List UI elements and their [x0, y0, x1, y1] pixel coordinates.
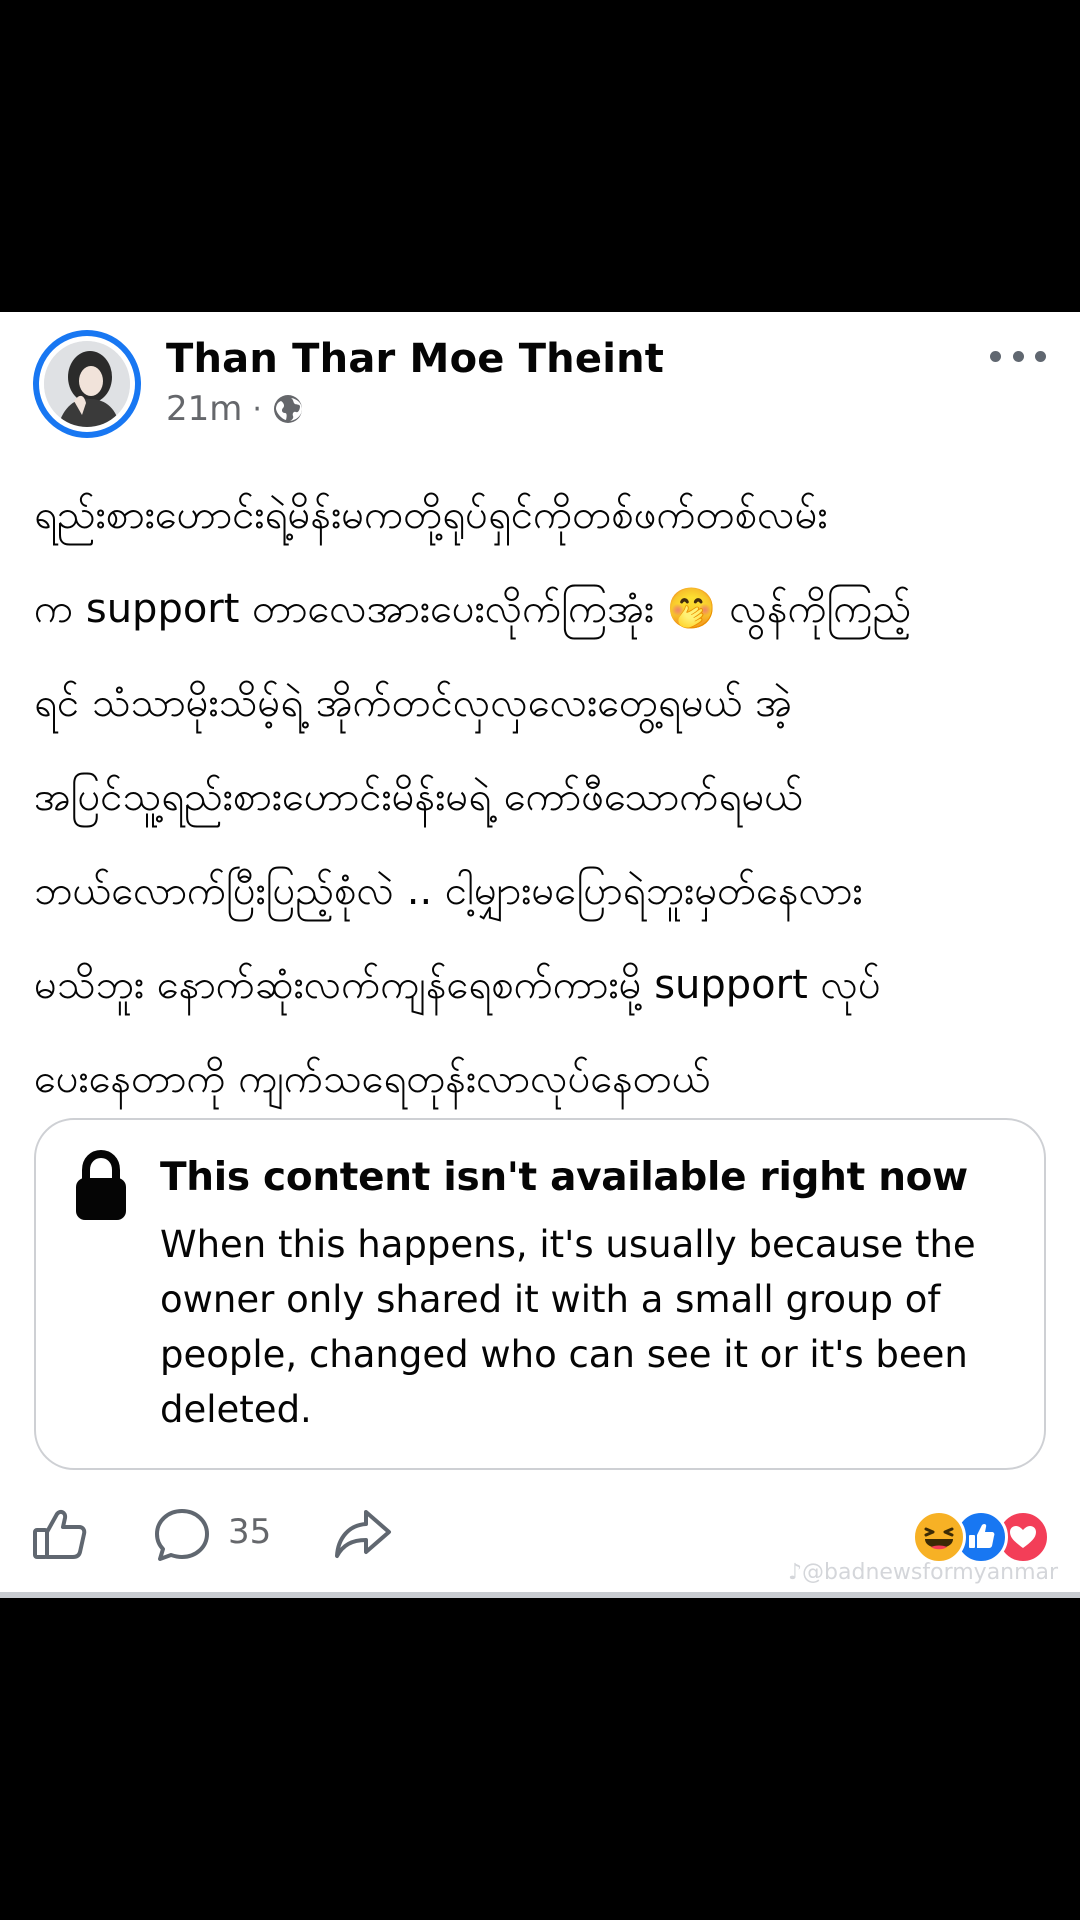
comment-button[interactable] — [154, 1508, 210, 1562]
avatar[interactable] — [44, 341, 130, 427]
post-text: ရည်းစားဟောင်းရဲ့မိန်းမကတို့ရုပ်ရှင်ကိုတစ… — [34, 492, 912, 1102]
comment-icon — [155, 1509, 209, 1561]
unavailable-title: This content isn't available right now — [160, 1155, 968, 1200]
share-button[interactable] — [334, 1508, 392, 1560]
comment-count[interactable]: 35 — [228, 1512, 271, 1552]
bottom-black-bar — [0, 1608, 1080, 1920]
more-dot-icon — [1035, 350, 1046, 362]
unavailable-message: When this happens, it's usually because … — [160, 1223, 976, 1431]
globe-icon — [273, 395, 302, 423]
more-dot-icon — [990, 350, 1001, 362]
avatar-photo-icon — [44, 341, 130, 427]
more-options-button[interactable] — [990, 340, 1046, 372]
watermark: ♪@badnewsformyanmar — [788, 1560, 1059, 1585]
author-name[interactable]: Than Thar Moe Theint — [166, 336, 664, 382]
share-icon — [335, 1510, 391, 1558]
thumbs-up-icon — [33, 1509, 87, 1559]
like-button[interactable] — [32, 1508, 88, 1560]
reaction-summary[interactable] — [912, 1510, 1050, 1564]
meta-separator: · — [252, 391, 262, 427]
post-divider — [0, 1592, 1080, 1598]
top-black-bar — [0, 0, 1080, 312]
post-time[interactable]: 21m — [166, 389, 242, 429]
haha-icon — [912, 1510, 966, 1564]
post-meta: 21m · — [166, 389, 304, 429]
lock-icon — [76, 1150, 126, 1220]
more-dot-icon — [1012, 350, 1024, 362]
